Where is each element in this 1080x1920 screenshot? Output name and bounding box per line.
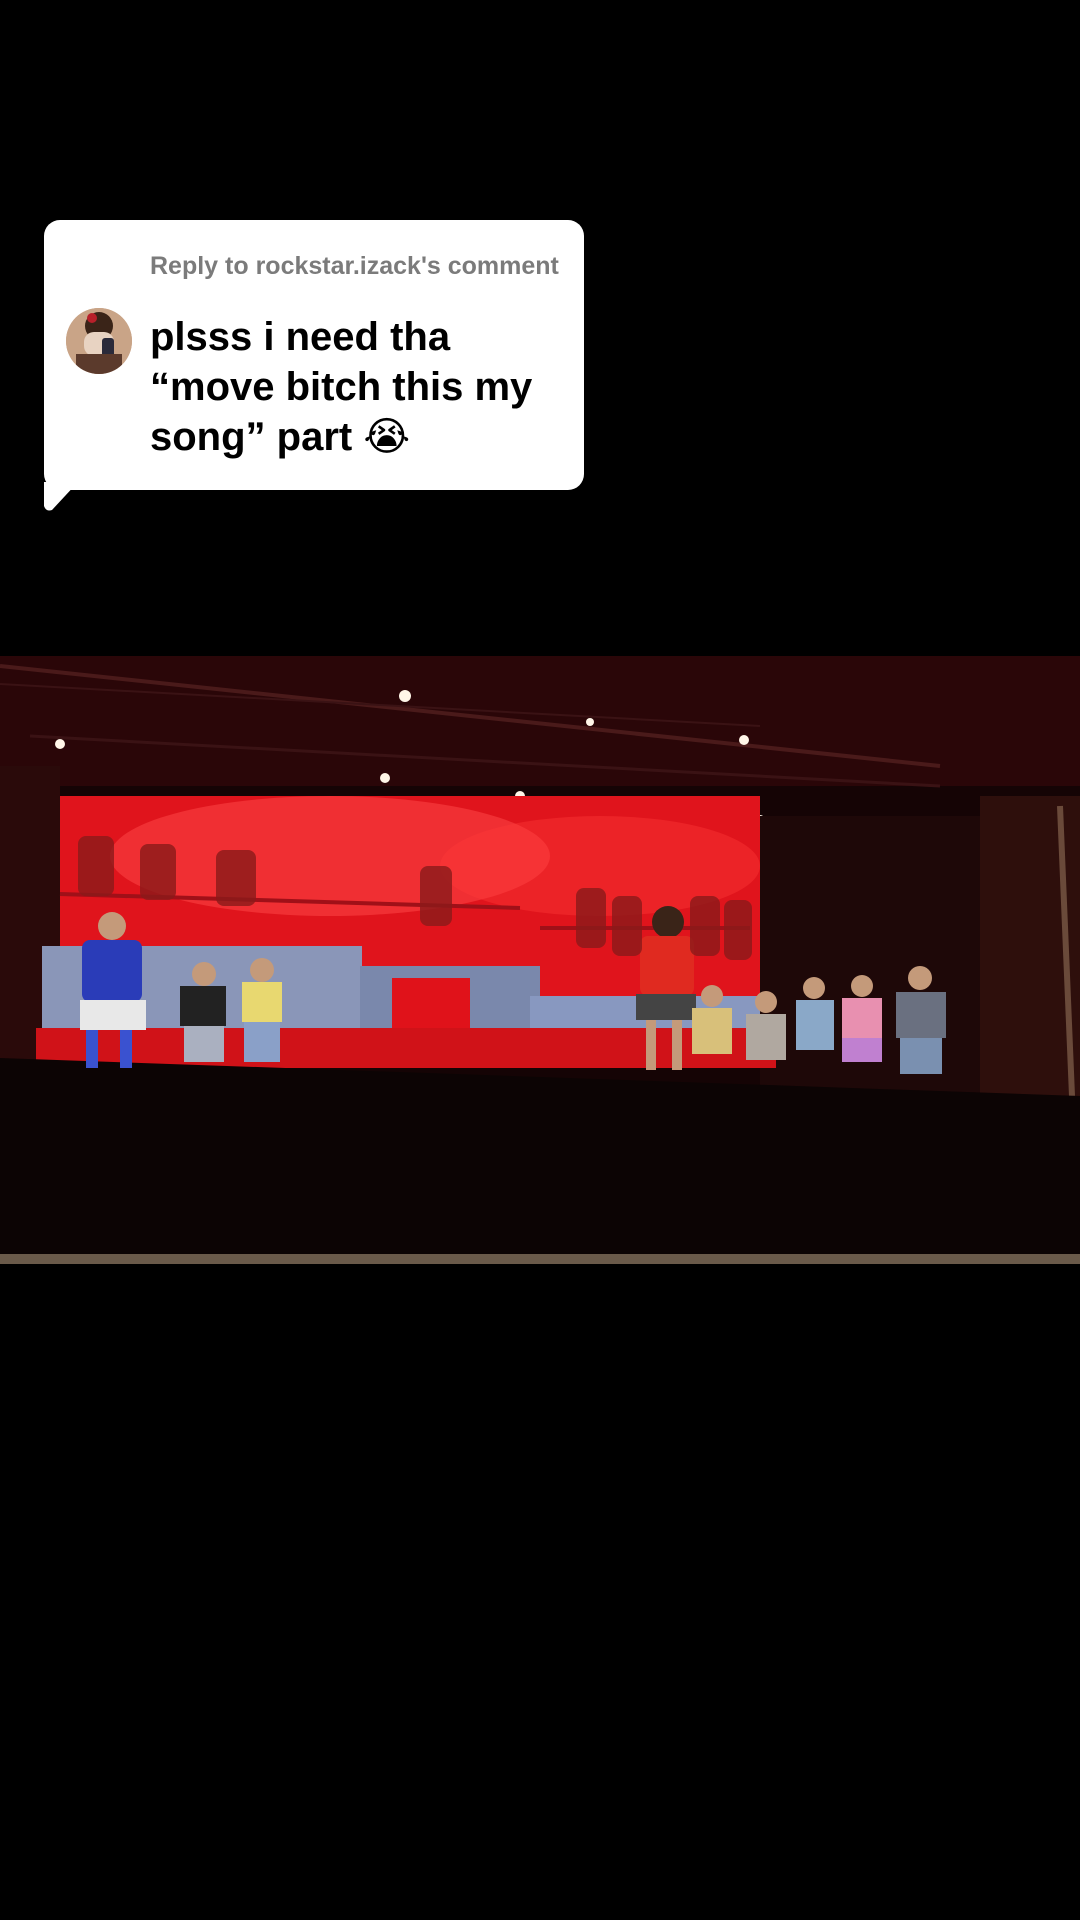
user-avatar-icon [66, 308, 132, 374]
comment-text: plsss i need tha “move bitch this my son… [150, 312, 578, 462]
comment-text-content: plsss i need tha “move bitch this my son… [150, 315, 533, 459]
video-player[interactable] [0, 656, 1080, 1264]
bubble-tail [44, 482, 78, 511]
loudly-crying-emoji-icon: 😭 [363, 414, 411, 460]
stage-performance-video-frame [0, 656, 1080, 1264]
reply-header: Reply to rockstar.izack's comment [150, 252, 559, 280]
avatar[interactable] [66, 308, 132, 374]
reply-comment-bubble[interactable]: Reply to rockstar.izack's comment plsss … [44, 220, 584, 511]
